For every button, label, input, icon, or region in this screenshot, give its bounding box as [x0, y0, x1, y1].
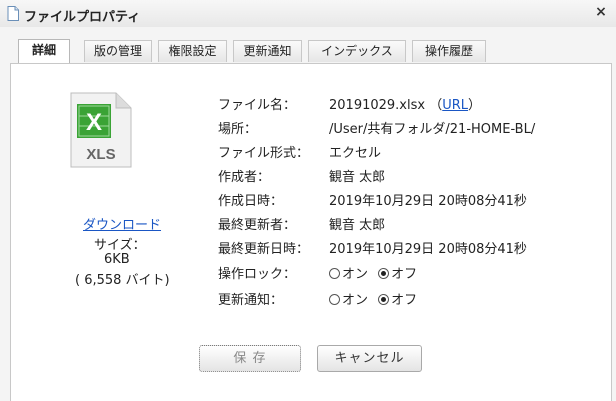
download-link[interactable]: ダウンロード — [83, 214, 161, 233]
url-open-paren: （ — [429, 98, 443, 113]
tab-index[interactable]: インデックス — [308, 40, 406, 62]
tab-versions[interactable]: 版の管理 — [84, 40, 152, 62]
filename-label: ファイル名： — [218, 98, 297, 113]
notify-on-label: オン — [342, 293, 369, 308]
cancel-button[interactable]: キャンセル — [317, 345, 422, 372]
notify-radio-group: オン オフ — [329, 289, 423, 308]
lock-on-label: オン — [342, 267, 369, 282]
creator-value: 観音 太郎 — [329, 170, 386, 185]
created-value: 2019年10月29日 20時08分41秒 — [329, 194, 527, 209]
size-value: 6KB — [104, 252, 130, 267]
notify-on-radio[interactable] — [329, 294, 340, 305]
tab-update-notify[interactable]: 更新通知 — [233, 40, 302, 62]
excel-file-icon: X XLS — [70, 92, 132, 168]
dialog-title: ファイルプロパティ — [24, 10, 141, 25]
created-label: 作成日時： — [218, 194, 284, 209]
lock-option-on[interactable]: オン — [329, 267, 368, 282]
format-label: ファイル形式： — [218, 146, 310, 161]
tab-history[interactable]: 操作履歴 — [412, 40, 486, 62]
lock-off-label: オフ — [391, 267, 418, 282]
tab-permissions[interactable]: 権限設定 — [158, 40, 227, 62]
document-icon — [7, 6, 19, 21]
lock-on-radio[interactable] — [329, 268, 340, 279]
updater-label: 最終更新者： — [218, 218, 297, 233]
filename-text: 20191029.xlsx — [329, 98, 426, 113]
file-extension-label: XLS — [86, 146, 115, 163]
size-label: サイズ： — [94, 238, 146, 253]
lock-radio-group: オン オフ — [329, 263, 423, 282]
lock-option-off[interactable]: オフ — [378, 267, 417, 282]
notify-option-on[interactable]: オン — [329, 293, 368, 308]
creator-label: 作成者： — [218, 170, 271, 185]
notify-off-radio[interactable] — [378, 294, 390, 305]
tab-bar: 詳細 版の管理 権限設定 更新通知 インデックス 操作履歴 — [10, 39, 610, 63]
filename-value: 20191029.xlsx （URL） — [329, 94, 481, 113]
file-properties-dialog: ファイルプロパティ × 詳細 版の管理 権限設定 更新通知 インデックス 操作履… — [0, 0, 616, 401]
size-bytes: ( 6,558 バイト) — [75, 273, 170, 288]
lock-label: 操作ロック： — [218, 267, 297, 282]
lock-off-radio[interactable] — [378, 268, 390, 279]
notify-label: 更新通知： — [218, 293, 284, 308]
excel-letter: X — [86, 109, 102, 136]
url-close-paren: ） — [468, 98, 482, 113]
notify-option-off[interactable]: オフ — [378, 293, 417, 308]
format-value: エクセル — [329, 146, 382, 161]
notify-off-label: オフ — [391, 293, 418, 308]
updated-label: 最終更新日時： — [218, 242, 310, 257]
location-value: /User/共有フォルダ/21-HOME-BL/ — [329, 122, 536, 137]
location-label: 場所： — [218, 122, 258, 137]
titlebar: ファイルプロパティ × — [0, 0, 616, 27]
updated-value: 2019年10月29日 20時08分41秒 — [329, 242, 527, 257]
tab-details[interactable]: 詳細 — [18, 39, 70, 63]
close-icon[interactable]: × — [594, 5, 608, 19]
updater-value: 観音 太郎 — [329, 218, 386, 233]
url-link[interactable]: URL — [442, 98, 468, 113]
save-button[interactable]: 保 存 — [199, 345, 301, 372]
